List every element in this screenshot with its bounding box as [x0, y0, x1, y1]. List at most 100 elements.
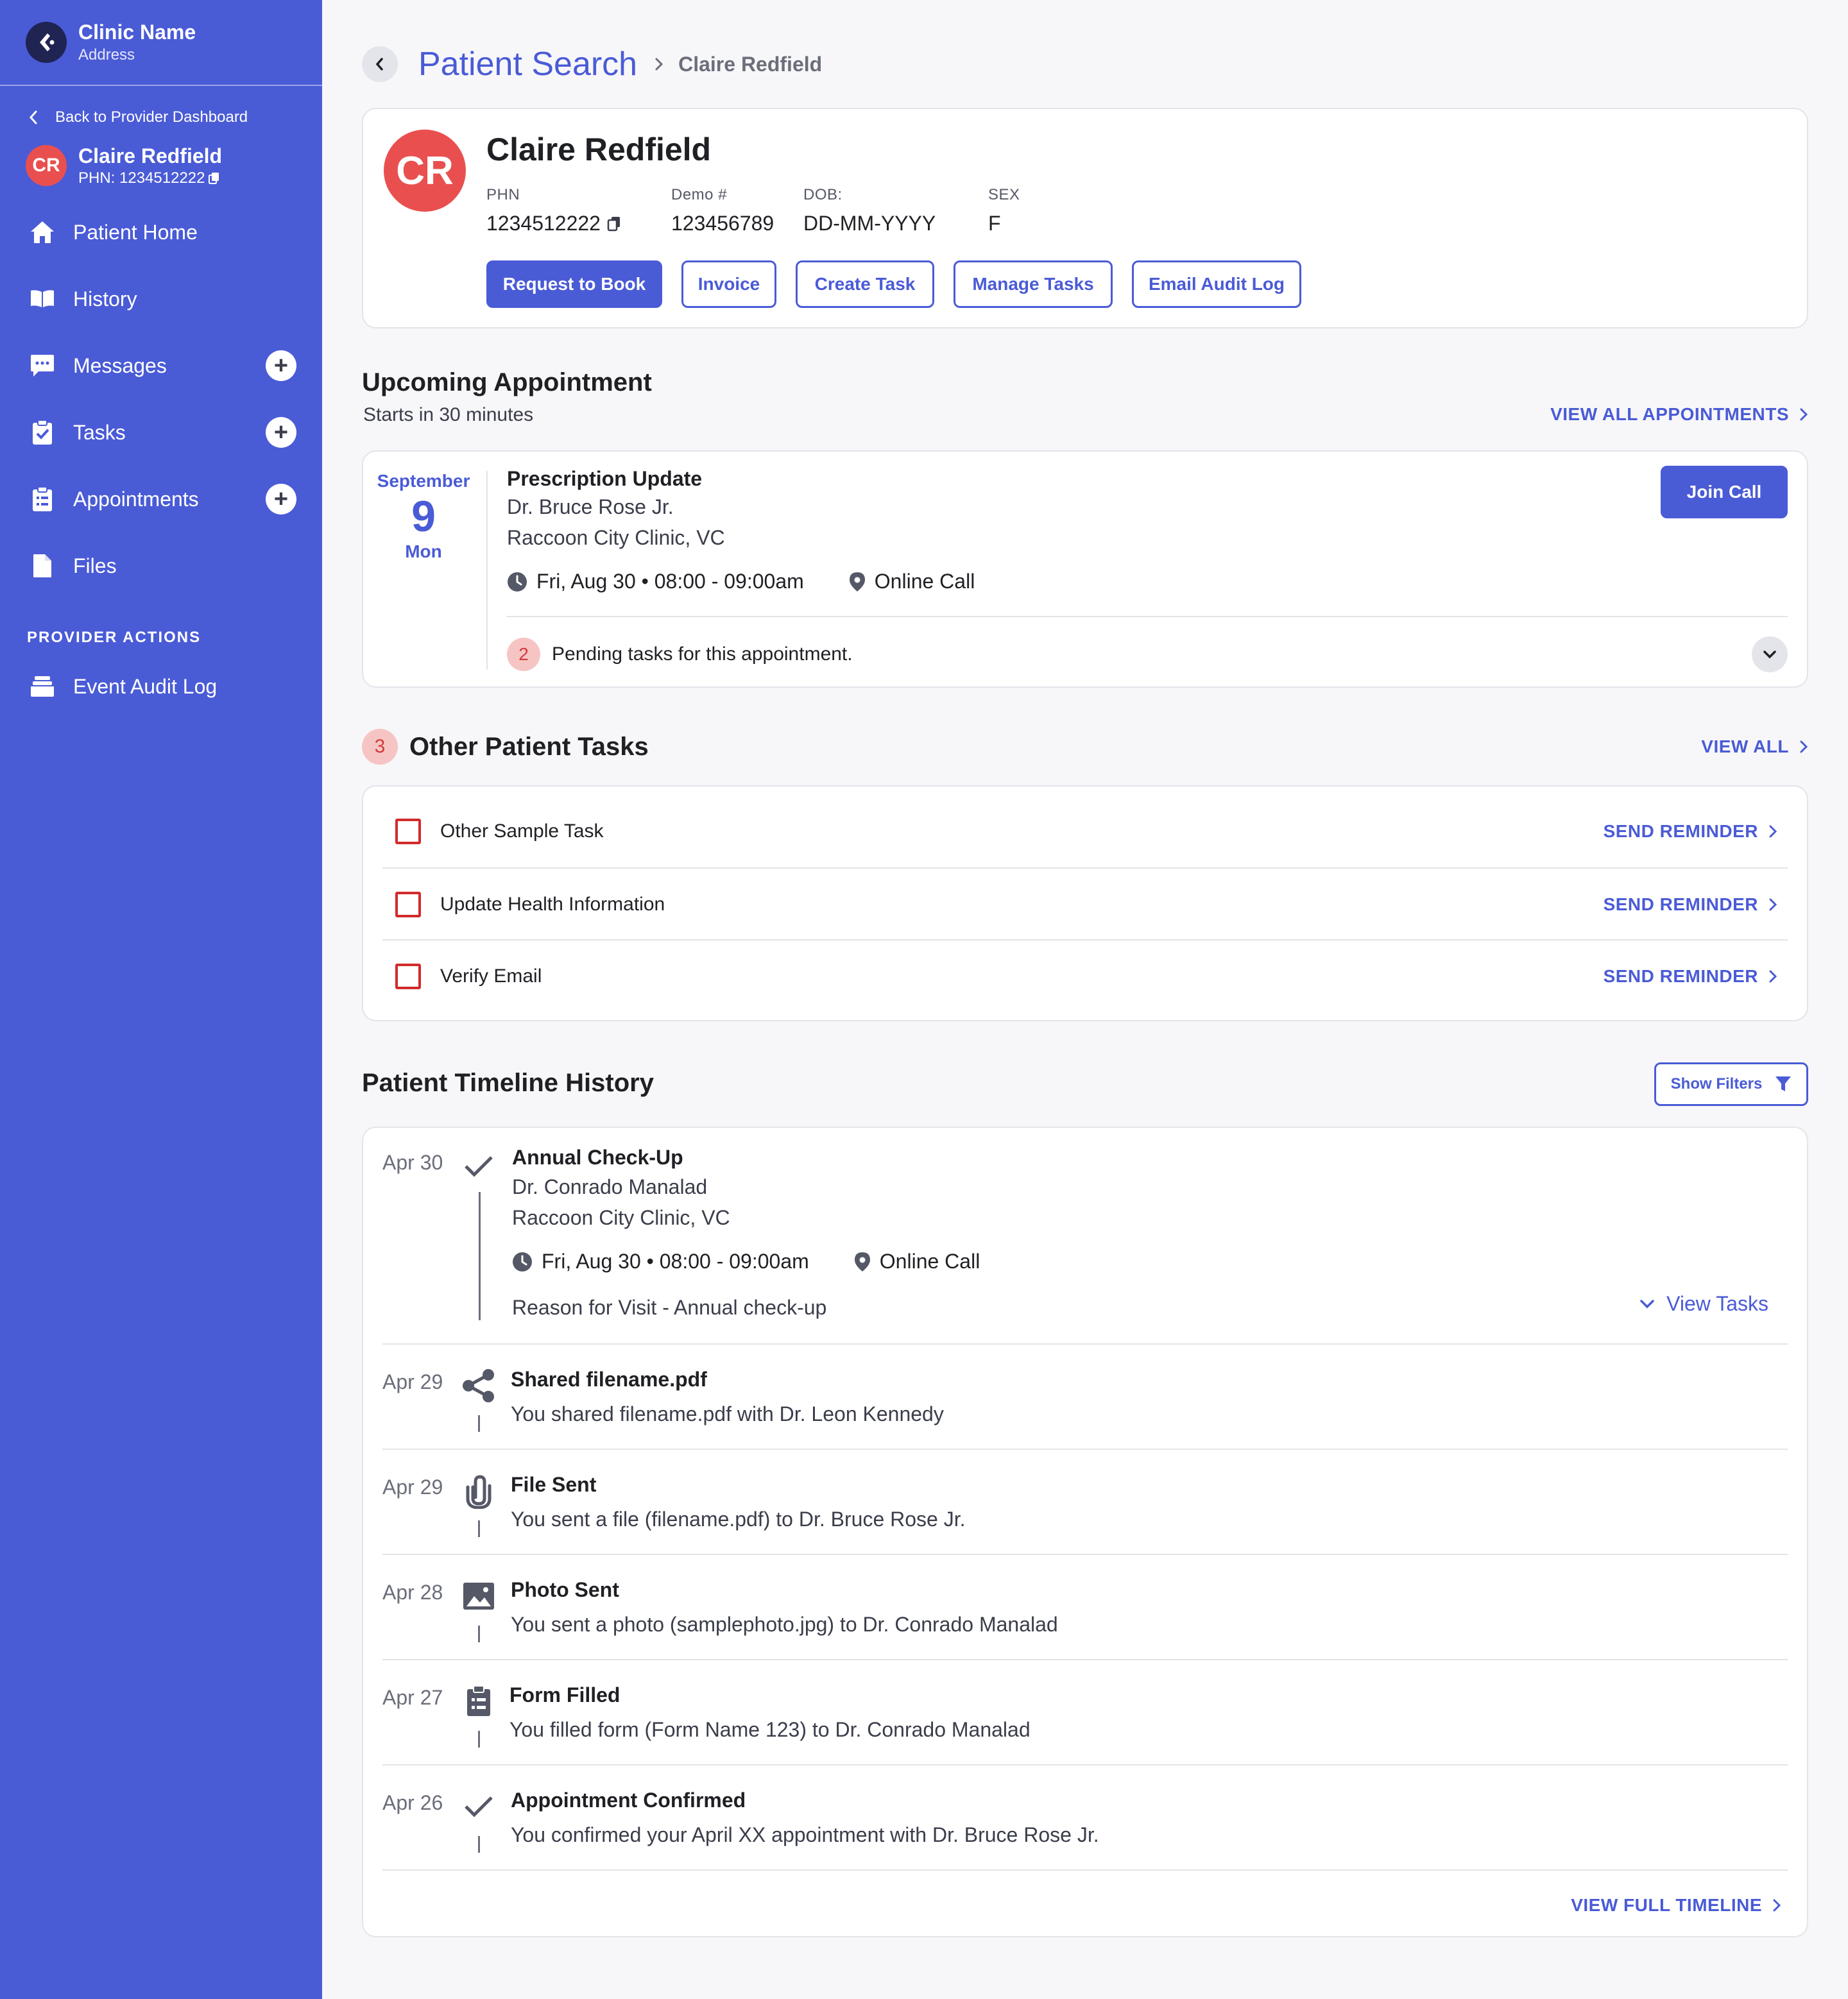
timeline-text: You shared filename.pdf with Dr. Leon Ke…	[511, 1402, 944, 1425]
divider	[507, 616, 1788, 617]
pending-tasks-text: Pending tasks for this appointment.	[552, 643, 853, 665]
timeline-entry: Apr 30 Annual Check-Up Dr. Conrado Manal…	[382, 1128, 1788, 1340]
clinic-logo-icon	[26, 22, 67, 63]
email-audit-log-button[interactable]: Email Audit Log	[1132, 260, 1301, 308]
view-all-appointments-link[interactable]: VIEW ALL APPOINTMENTS	[1550, 404, 1808, 425]
send-reminder-link[interactable]: SEND REMINDER	[1604, 894, 1777, 915]
filter-icon	[1775, 1076, 1792, 1091]
sidebar-item-label: History	[73, 287, 137, 310]
timeline-entry: Apr 29 Shared filename.pdf You shared fi…	[382, 1345, 1788, 1450]
task-checkbox[interactable]	[395, 892, 421, 917]
sidebar-item-messages[interactable]: Messages +	[0, 332, 322, 399]
inbox-stack-icon	[28, 672, 56, 701]
link-label: VIEW ALL	[1701, 736, 1789, 756]
sidebar-item-files[interactable]: Files	[0, 532, 322, 599]
filter-label: Show Filters	[1670, 1075, 1763, 1093]
sidebar-item-history[interactable]: History	[0, 266, 322, 332]
timeline-reason: Reason for Visit - Annual check-up	[512, 1296, 827, 1319]
timeline-date: Apr 29	[382, 1476, 443, 1499]
sidebar-item-label: Tasks	[73, 420, 126, 444]
patient-header-card: CR Claire Redfield PHN 1234512222 Demo #…	[362, 108, 1808, 328]
chevron-right-icon	[1769, 898, 1777, 911]
add-task-button[interactable]: +	[266, 417, 296, 448]
timeline-title: Shared filename.pdf	[511, 1368, 707, 1391]
chevron-right-icon	[1800, 740, 1808, 753]
link-label: VIEW FULL TIMELINE	[1571, 1895, 1762, 1915]
show-filters-button[interactable]: Show Filters	[1654, 1062, 1808, 1106]
request-to-book-button[interactable]: Request to Book	[486, 260, 662, 308]
paperclip-icon	[459, 1472, 498, 1510]
timeline-date: Apr 29	[382, 1370, 443, 1393]
pending-tasks-row[interactable]: 2 Pending tasks for this appointment.	[507, 638, 853, 671]
other-tasks-card: Other Sample Task SEND REMINDER Update H…	[362, 785, 1808, 1021]
timeline-entry: Apr 26 Appointment Confirmed You confirm…	[382, 1765, 1788, 1871]
timeline-clinic: Raccoon City Clinic, VC	[512, 1206, 730, 1229]
clock-icon	[508, 572, 527, 591]
chevron-right-icon	[1769, 825, 1777, 838]
breadcrumb-current: Claire Redfield	[678, 52, 823, 76]
timeline-text: You confirmed your April XX appointment …	[511, 1823, 1099, 1846]
sidebar-item-event-audit-log[interactable]: Event Audit Log	[0, 653, 322, 720]
view-all-tasks-link[interactable]: VIEW ALL	[1701, 736, 1808, 757]
location-pin-icon	[854, 1252, 870, 1272]
add-message-button[interactable]: +	[266, 350, 296, 381]
patient-fields: PHN 1234512222 Demo # 123456789 DOB: DD-…	[486, 186, 1065, 235]
page-title[interactable]: Patient Search	[418, 45, 637, 83]
upcoming-appointment-card: September 9 Mon Prescription Update Dr. …	[362, 450, 1808, 688]
upcoming-appointment-heading: Upcoming Appointment	[362, 368, 652, 396]
join-call-button[interactable]: Join Call	[1661, 466, 1788, 518]
timeline-meta: Fri, Aug 30 • 08:00 - 09:00am Online Cal…	[512, 1250, 980, 1273]
field-label: SEX	[988, 186, 1020, 203]
sidebar-item-label: Appointments	[73, 487, 199, 511]
field-label: Demo #	[671, 186, 728, 203]
chevron-right-icon	[1769, 970, 1777, 983]
field-label: PHN	[486, 186, 520, 203]
copy-icon[interactable]	[607, 216, 621, 232]
appointment-day: 9	[411, 492, 436, 541]
sidebar-item-tasks[interactable]: Tasks +	[0, 399, 322, 466]
chevron-down-icon	[1640, 1299, 1654, 1308]
timeline-entry: Apr 27 Form Filled You filled form (Form…	[382, 1660, 1788, 1765]
task-label: Other Sample Task	[440, 821, 604, 842]
create-task-button[interactable]: Create Task	[796, 260, 934, 308]
chat-icon	[28, 352, 56, 380]
appointment-meta: Fri, Aug 30 • 08:00 - 09:00am Online Cal…	[507, 570, 975, 593]
chevron-left-icon	[375, 58, 383, 71]
clipboard-list-icon	[459, 1682, 498, 1721]
add-appointment-button[interactable]: +	[266, 484, 296, 515]
patient-avatar-large: CR	[384, 130, 466, 212]
link-label: SEND REMINDER	[1603, 821, 1758, 841]
task-label: Update Health Information	[440, 894, 665, 915]
appointment-weekday: Mon	[405, 541, 442, 561]
timeline-text: You sent a photo (samplephoto.jpg) to Dr…	[511, 1613, 1058, 1636]
expand-pending-tasks-button[interactable]	[1752, 636, 1788, 672]
task-row: Other Sample Task SEND REMINDER	[382, 795, 1788, 867]
send-reminder-link[interactable]: SEND REMINDER	[1604, 821, 1777, 842]
appointment-time: Fri, Aug 30 • 08:00 - 09:00am	[536, 570, 804, 593]
demo-field: Demo # 123456789	[671, 186, 803, 235]
task-checkbox[interactable]	[395, 964, 421, 989]
task-row: Verify Email SEND REMINDER	[382, 940, 1788, 1012]
timeline-title: Appointment Confirmed	[511, 1789, 746, 1812]
link-label: VIEW ALL APPOINTMENTS	[1550, 404, 1789, 424]
task-checkbox[interactable]	[395, 819, 421, 844]
sidebar-item-appointments[interactable]: Appointments +	[0, 466, 322, 532]
timeline-time: Fri, Aug 30 • 08:00 - 09:00am	[542, 1250, 809, 1273]
view-full-timeline-link[interactable]: VIEW FULL TIMELINE	[1571, 1895, 1781, 1916]
invoice-button[interactable]: Invoice	[681, 260, 776, 308]
timeline-text: You filled form (Form Name 123) to Dr. C…	[509, 1718, 1031, 1741]
manage-tasks-button[interactable]: Manage Tasks	[954, 260, 1113, 308]
view-tasks-link[interactable]: View Tasks	[1639, 1292, 1768, 1316]
check-icon	[459, 1147, 498, 1186]
back-button[interactable]	[362, 46, 398, 82]
sidebar-item-patient-home[interactable]: Patient Home	[0, 199, 322, 266]
timeline-title: Annual Check-Up	[512, 1146, 683, 1169]
send-reminder-link[interactable]: SEND REMINDER	[1604, 966, 1777, 987]
appointment-month: September	[377, 471, 470, 491]
sidebar-item-label: Event Audit Log	[73, 674, 218, 698]
clinic-header[interactable]: Clinic Name Address	[0, 0, 322, 86]
copy-icon[interactable]	[209, 172, 220, 185]
home-icon	[28, 218, 56, 246]
timeline-heading: Patient Timeline History	[362, 1069, 654, 1097]
field-value: 123456789	[671, 212, 774, 235]
